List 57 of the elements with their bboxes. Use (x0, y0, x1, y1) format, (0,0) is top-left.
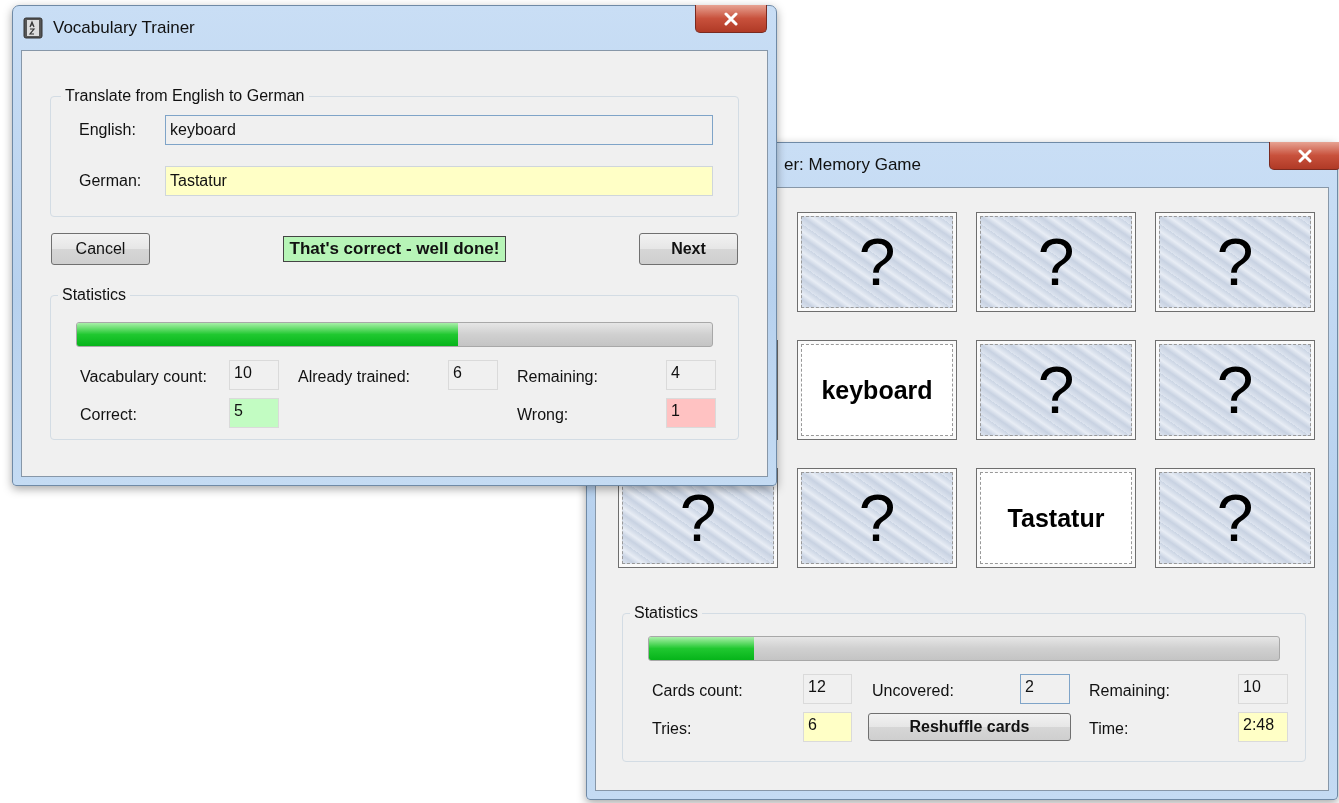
stat-value: 10 (229, 360, 279, 390)
memory-card[interactable]: ? (797, 212, 957, 312)
stat-label: Correct: (80, 405, 138, 424)
text-field[interactable]: keyboard (165, 115, 713, 145)
stat-label: Remaining: (1089, 681, 1171, 700)
window-title: er: Memory Game (784, 155, 921, 175)
stat-value: 5 (229, 398, 279, 428)
text-field[interactable]: Tastatur (165, 166, 713, 196)
card-word: keyboard (821, 375, 933, 405)
question-mark: ? (1216, 485, 1254, 551)
memory-card[interactable]: Tastatur (976, 468, 1136, 568)
stat-label: Already trained: (298, 367, 412, 386)
cancel-button[interactable]: Cancel (51, 233, 150, 265)
stat-value: 6 (803, 712, 852, 742)
close-icon (723, 11, 739, 26)
question-mark: ? (1216, 229, 1254, 295)
close-icon (1297, 148, 1313, 163)
stat-value: 6 (448, 360, 498, 390)
memory-card[interactable]: ? (797, 468, 957, 568)
next-button[interactable]: Next (639, 233, 738, 265)
stat-value: 12 (803, 674, 852, 704)
window-title: Vocabulary Trainer (53, 18, 195, 38)
question-mark: ? (858, 485, 896, 551)
stat-label: Tries: (652, 719, 693, 738)
memory-card[interactable]: ? (1155, 468, 1315, 568)
stat-value: 1 (666, 398, 716, 428)
stat-label: Wrong: (517, 405, 570, 424)
question-mark: ? (858, 229, 896, 295)
group-title: Statistics (634, 604, 698, 621)
stat-value: 10 (1238, 674, 1288, 704)
field-label: English: (79, 121, 137, 139)
stat-label: Time: (1089, 719, 1130, 738)
stat-label: Uncovered: (872, 681, 955, 700)
stat-value: 2 (1020, 674, 1070, 704)
stat-value: 4 (666, 360, 716, 390)
stat-label: Vacabulary count: (80, 367, 208, 386)
stat-label: Remaining: (517, 367, 599, 386)
memory-card[interactable]: ? (976, 340, 1136, 440)
memory-card[interactable]: keyboard (797, 340, 957, 440)
reshuffle-button[interactable]: Reshuffle cards (868, 713, 1071, 741)
stat-value: 2:48 (1238, 712, 1288, 742)
close-button[interactable] (1269, 142, 1339, 170)
question-mark: ? (679, 485, 717, 551)
memory-card[interactable]: ? (1155, 340, 1315, 440)
result-message: That's correct - well done! (282, 236, 507, 262)
question-mark: ? (1216, 357, 1254, 423)
close-button[interactable] (695, 5, 767, 33)
field-label: German: (79, 172, 143, 190)
question-mark: ? (1037, 229, 1075, 295)
book-icon (23, 17, 43, 39)
stat-label: Cards count: (652, 681, 744, 700)
group-title: Translate from English to German (65, 87, 305, 104)
group-title: Statistics (62, 286, 126, 303)
memory-card[interactable]: ? (1155, 212, 1315, 312)
question-mark: ? (1037, 357, 1075, 423)
card-word: Tastatur (1007, 503, 1105, 533)
memory-card[interactable]: ? (976, 212, 1136, 312)
